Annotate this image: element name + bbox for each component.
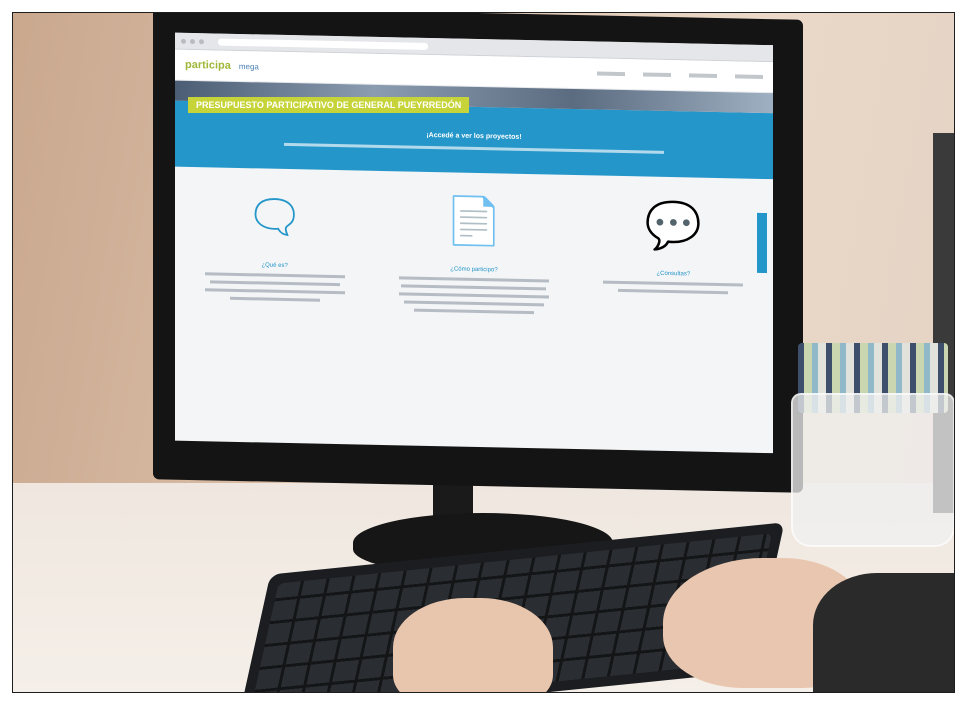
column-title[interactable]: ¿Consultas? <box>593 269 753 278</box>
photograph: participa mega ¡Accedé a ver los proyect… <box>12 12 955 693</box>
text-line <box>401 284 547 291</box>
cta-description <box>284 142 664 154</box>
text-line <box>403 300 544 307</box>
text-line <box>618 288 729 295</box>
text-line <box>603 280 744 287</box>
nav-item[interactable] <box>597 71 625 77</box>
side-tab[interactable] <box>757 212 767 274</box>
text-line <box>209 280 340 287</box>
nav-item[interactable] <box>643 72 671 78</box>
browser-back-icon[interactable] <box>181 38 186 44</box>
chat-bubble-icon: 💬 <box>644 198 702 252</box>
info-column: 🗨 ¿Qué es? <box>195 185 355 310</box>
text-line <box>398 292 549 299</box>
info-columns: 🗨 ¿Qué es? 📄 ¿Cómo participo? 💬 ¿Consult… <box>175 167 773 320</box>
info-column: 💬 ¿Consultas? <box>593 193 753 318</box>
nav-item[interactable] <box>735 74 763 79</box>
nav-item[interactable] <box>689 73 717 79</box>
cta-link[interactable]: ¡Accedé a ver los proyectos! <box>175 127 773 147</box>
photo-frame: participa mega ¡Accedé a ver los proyect… <box>0 0 965 703</box>
site-logo[interactable]: participa <box>185 59 231 72</box>
column-title[interactable]: ¿Cómo participo? <box>394 265 554 274</box>
chat-question-icon: 🗨 <box>245 190 304 244</box>
banner-title: PRESUPUESTO PARTICIPATIVO DE GENERAL PUE… <box>188 97 470 113</box>
browser-reload-icon[interactable] <box>199 38 204 44</box>
document-click-icon: 📄 <box>445 194 503 248</box>
left-hand <box>393 598 553 692</box>
text-line <box>398 276 549 283</box>
browser-forward-icon[interactable] <box>190 38 195 44</box>
site-nav <box>597 71 763 79</box>
monitor-screen: participa mega ¡Accedé a ver los proyect… <box>175 32 773 454</box>
site-logo-sub: mega <box>238 61 259 71</box>
column-title[interactable]: ¿Qué es? <box>195 261 355 270</box>
text-line <box>229 296 320 302</box>
text-line <box>413 308 534 315</box>
info-column: 📄 ¿Cómo participo? <box>394 189 554 315</box>
text-line <box>204 272 345 279</box>
text-line <box>204 288 345 295</box>
pen-cup <box>791 393 954 547</box>
sleeve <box>813 573 954 692</box>
monitor: participa mega ¡Accedé a ver los proyect… <box>153 13 803 493</box>
address-bar[interactable] <box>218 38 428 50</box>
